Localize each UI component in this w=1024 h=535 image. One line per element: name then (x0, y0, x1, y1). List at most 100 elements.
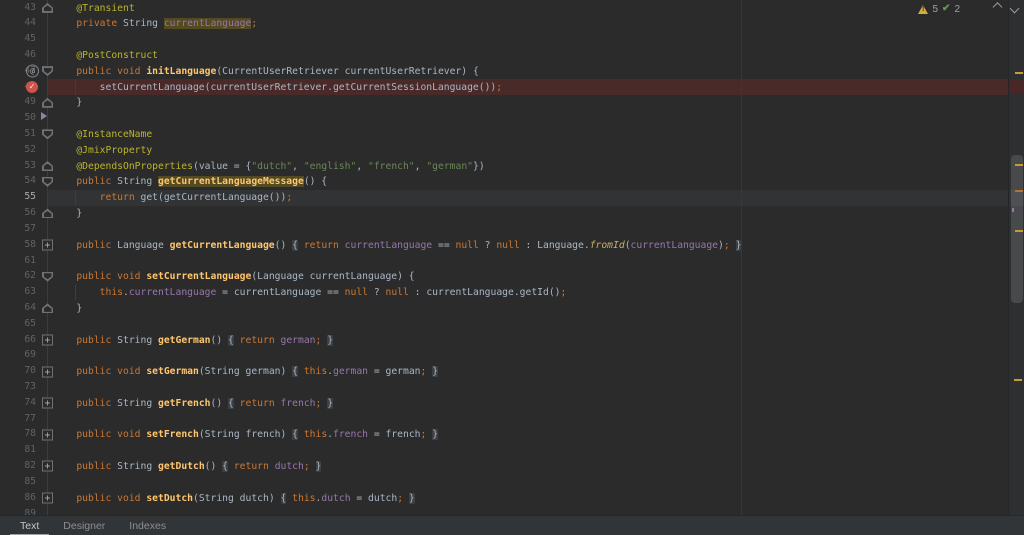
code-line-62[interactable]: 62 public void setCurrentLanguage(Langua… (0, 269, 1024, 285)
tab-text[interactable]: Text (8, 516, 51, 535)
error-stripe-scrollbar[interactable] (1008, 0, 1024, 515)
code-text: public String getDutch() { return dutch;… (53, 461, 322, 473)
folded-region-icon[interactable] (42, 397, 53, 409)
code-line-57[interactable]: 57 (0, 221, 1024, 237)
code-line-63[interactable]: 63 this.currentLanguage = currentLanguag… (0, 284, 1024, 301)
chevron-down-icon[interactable] (1009, 3, 1020, 14)
stripe-warning-mark[interactable] (1014, 379, 1022, 381)
line-number[interactable]: 43 (0, 2, 36, 13)
stripe-warning-mark[interactable] (1015, 72, 1023, 74)
code-line-58[interactable]: 58 public Language getCurrentLanguage() … (0, 237, 1024, 253)
line-number[interactable]: 45 (0, 33, 36, 44)
code-line-52[interactable]: 52 @JmixProperty (0, 142, 1024, 158)
code-line-81[interactable]: 81 (0, 443, 1024, 459)
line-number[interactable]: 65 (0, 318, 36, 329)
folded-region-icon[interactable] (42, 366, 53, 378)
stripe-warning-mark[interactable] (1012, 208, 1014, 212)
fold-end-icon[interactable] (42, 303, 53, 314)
fold-end-icon[interactable] (42, 97, 53, 108)
code-line-89[interactable]: 89 (0, 506, 1024, 516)
code-line-85[interactable]: 85 (0, 474, 1024, 490)
code-line-74[interactable]: 74 public String getFrench() { return fr… (0, 395, 1024, 411)
warning-count: 5 (932, 3, 939, 15)
code-line-47[interactable]: 47 @ public void initLanguage(CurrentUser… (0, 63, 1024, 79)
code-line-70[interactable]: 70 public void setGerman(String german) … (0, 364, 1024, 380)
line-number[interactable]: 74 (0, 397, 36, 408)
code-line-54[interactable]: 54 public String getCurrentLanguageMessa… (0, 174, 1024, 190)
code-line-61[interactable]: 61 (0, 253, 1024, 269)
line-number[interactable]: 53 (0, 160, 36, 171)
line-number[interactable]: 55 (0, 191, 36, 202)
code-line-53[interactable]: 53 @DependsOnProperties(value = {"dutch"… (0, 158, 1024, 174)
folded-region-icon[interactable] (42, 239, 53, 251)
code-line-56[interactable]: 56 } (0, 206, 1024, 222)
code-line-46[interactable]: 46 @PostConstruct (0, 47, 1024, 63)
annotation-gutter-icon[interactable]: @ (26, 64, 39, 78)
line-number[interactable]: 46 (0, 49, 36, 60)
folded-region-icon[interactable] (42, 334, 53, 346)
tab-designer[interactable]: Designer (51, 516, 117, 535)
right-margin-guide (741, 0, 742, 515)
fold-start-icon[interactable] (42, 271, 53, 282)
code-line-55[interactable]: 55 return get(getCurrentLanguage()); (0, 189, 1024, 206)
code-line-45[interactable]: 45 (0, 32, 1024, 48)
code-line-51[interactable]: 51 @InstanceName (0, 127, 1024, 143)
line-number[interactable]: 70 (0, 365, 36, 376)
line-number[interactable]: 64 (0, 302, 36, 313)
line-number[interactable]: 44 (0, 17, 36, 28)
code-line-64[interactable]: 64 } (0, 300, 1024, 316)
line-number[interactable]: 82 (0, 460, 36, 471)
fold-start-icon[interactable] (42, 66, 53, 77)
folded-region-icon[interactable] (42, 492, 53, 504)
code-line-43[interactable]: 43 @Transient (0, 0, 1024, 16)
code-line-50[interactable]: 50 (0, 111, 1024, 127)
code-line-73[interactable]: 73 (0, 380, 1024, 396)
line-number[interactable]: 85 (0, 476, 36, 487)
inspections-widget[interactable]: 5 ✔ 2 (918, 3, 960, 15)
code-line-48[interactable]: 48✓ setCurrentLanguage(currentUserRetrie… (0, 79, 1024, 95)
stripe-warning-mark[interactable] (1015, 164, 1023, 166)
code-line-65[interactable]: 65 (0, 316, 1024, 332)
line-number[interactable]: 78 (0, 428, 36, 439)
line-number[interactable]: 73 (0, 381, 36, 392)
fold-start-icon[interactable] (42, 129, 53, 140)
line-number[interactable]: 81 (0, 444, 36, 455)
line-number[interactable]: 51 (0, 128, 36, 139)
code-line-69[interactable]: 69 (0, 348, 1024, 364)
line-number[interactable]: 61 (0, 255, 36, 266)
fold-end-icon[interactable] (42, 2, 53, 13)
code-text: public Language getCurrentLanguage() { r… (53, 239, 742, 251)
line-number[interactable]: 57 (0, 223, 36, 234)
code-line-78[interactable]: 78 public void setFrench(String french) … (0, 427, 1024, 443)
tab-indexes[interactable]: Indexes (117, 516, 178, 535)
line-number[interactable]: 52 (0, 144, 36, 155)
code-line-77[interactable]: 77 (0, 411, 1024, 427)
folded-region-icon[interactable] (42, 429, 53, 441)
code-line-86[interactable]: 86 public void setDutch(String dutch) { … (0, 490, 1024, 506)
scrollbar-thumb[interactable] (1011, 155, 1023, 303)
code-line-49[interactable]: 49 } (0, 95, 1024, 111)
line-number[interactable]: 89 (0, 508, 36, 516)
stripe-warning-mark[interactable] (1015, 230, 1023, 232)
code-line-82[interactable]: 82 public String getDutch() { return dut… (0, 459, 1024, 475)
breakpoint-icon[interactable]: ✓ (26, 80, 38, 93)
stripe-warning-mark[interactable] (1015, 190, 1023, 192)
fold-start-icon[interactable] (42, 176, 53, 187)
line-number[interactable]: 54 (0, 175, 36, 186)
line-number[interactable]: 58 (0, 239, 36, 250)
line-number[interactable]: 63 (0, 286, 36, 297)
code-line-44[interactable]: 44 private String currentLanguage; (0, 16, 1024, 32)
line-number[interactable]: 50 (0, 112, 36, 123)
code-editor[interactable]: 43 @Transient 44 private String currentLa… (0, 0, 1024, 515)
line-number[interactable]: 66 (0, 334, 36, 345)
line-number[interactable]: 62 (0, 270, 36, 281)
code-line-66[interactable]: 66 public String getGerman() { return ge… (0, 332, 1024, 348)
line-number[interactable]: 77 (0, 413, 36, 424)
fold-end-icon[interactable] (42, 161, 53, 172)
folded-region-icon[interactable] (42, 460, 53, 472)
line-number[interactable]: 56 (0, 207, 36, 218)
line-number[interactable]: 86 (0, 492, 36, 503)
line-number[interactable]: 49 (0, 96, 36, 107)
line-number[interactable]: 69 (0, 349, 36, 360)
fold-end-icon[interactable] (42, 208, 53, 219)
